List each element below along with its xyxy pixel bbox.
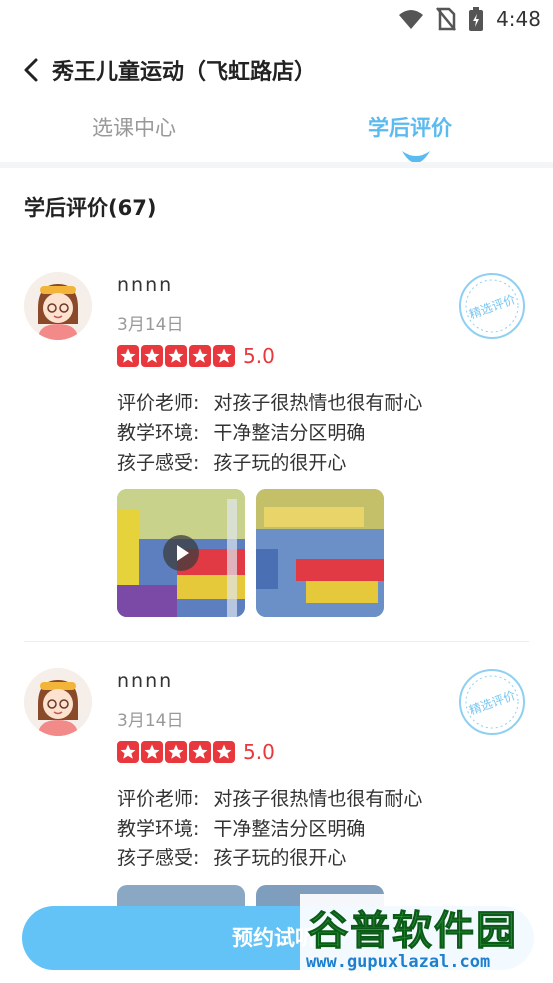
star-icon [165,345,187,367]
review-video-thumbnail[interactable] [117,489,245,617]
review-line-label: 孩子感受: [117,452,200,474]
gym-photo [256,489,384,617]
watermark-url: www.gupuxlazal.com [306,952,491,972]
review-line: 教学环境: 干净整洁分区明确 [117,418,365,445]
section-title: 学后评价(67) [24,196,157,220]
star-icon [189,741,211,763]
page-title: 秀王儿童运动（飞虹路店） [52,60,317,85]
tab-bar: 选课中心 学后评价 [0,104,553,163]
avatar-illustration [24,272,92,340]
rating-score: 5.0 [243,740,275,764]
avatar-illustration [24,668,92,736]
status-time: 4:48 [496,7,541,31]
review-line: 孩子感受: 孩子玩的很开心 [117,448,346,475]
review-line-text: 孩子玩的很开心 [213,847,347,869]
review-line-label: 教学环境: [117,818,200,840]
no-sim-icon [436,7,457,31]
review-photo[interactable] [256,489,384,617]
tab-reviews[interactable]: 学后评价 [368,112,452,142]
review-line-text: 孩子玩的很开心 [213,452,347,474]
watermark-title: 谷普软件园 [308,908,518,955]
review-username: nnnn [117,274,174,296]
star-icon [213,345,235,367]
avatar [24,668,92,736]
review-username: nnnn [117,670,174,692]
divider [0,162,553,168]
featured-stamp-label: 精选评价 [467,688,517,718]
review-line: 教学环境: 干净整洁分区明确 [117,814,365,841]
review-date: 3月14日 [117,711,184,731]
rating-score: 5.0 [243,344,275,368]
watermark: 谷普软件园 www.gupuxlazal.com [300,894,553,983]
review-line-text: 干净整洁分区明确 [213,818,366,840]
review-line-label: 评价老师: [117,788,200,810]
battery-icon [469,7,484,31]
review-line-label: 教学环境: [117,422,200,444]
review-line-label: 孩子感受: [117,847,200,869]
star-icon [117,741,139,763]
header: 秀王儿童运动（飞虹路店） [0,46,553,92]
back-arrow-icon[interactable] [18,56,46,84]
star-icon [141,345,163,367]
wifi-icon [399,10,424,29]
star-icon [213,741,235,763]
rating-stars: 5.0 [117,344,275,368]
play-button[interactable] [163,535,199,571]
review-line: 评价老师: 对孩子很热情也很有耐心 [117,388,422,415]
review-line: 孩子感受: 孩子玩的很开心 [117,843,346,870]
review-line-text: 对孩子很热情也很有耐心 [213,788,423,810]
review-date: 3月14日 [117,315,184,335]
status-icons: 4:48 [398,6,541,32]
play-icon [177,545,189,561]
featured-stamp-label: 精选评价 [467,292,517,322]
status-bar: 4:48 [0,0,553,38]
featured-stamp-icon: 精选评价 [459,273,525,339]
review-line: 评价老师: 对孩子很热情也很有耐心 [117,784,422,811]
star-icon [117,345,139,367]
rating-stars: 5.0 [117,740,275,764]
star-icon [141,741,163,763]
review-line-label: 评价老师: [117,392,200,414]
avatar [24,272,92,340]
star-icon [189,345,211,367]
review-line-text: 干净整洁分区明确 [213,422,366,444]
featured-stamp-icon: 精选评价 [459,669,525,735]
review-line-text: 对孩子很热情也很有耐心 [213,392,423,414]
tab-course-center[interactable]: 选课中心 [92,112,176,142]
review-separator [24,641,529,642]
star-icon [165,741,187,763]
